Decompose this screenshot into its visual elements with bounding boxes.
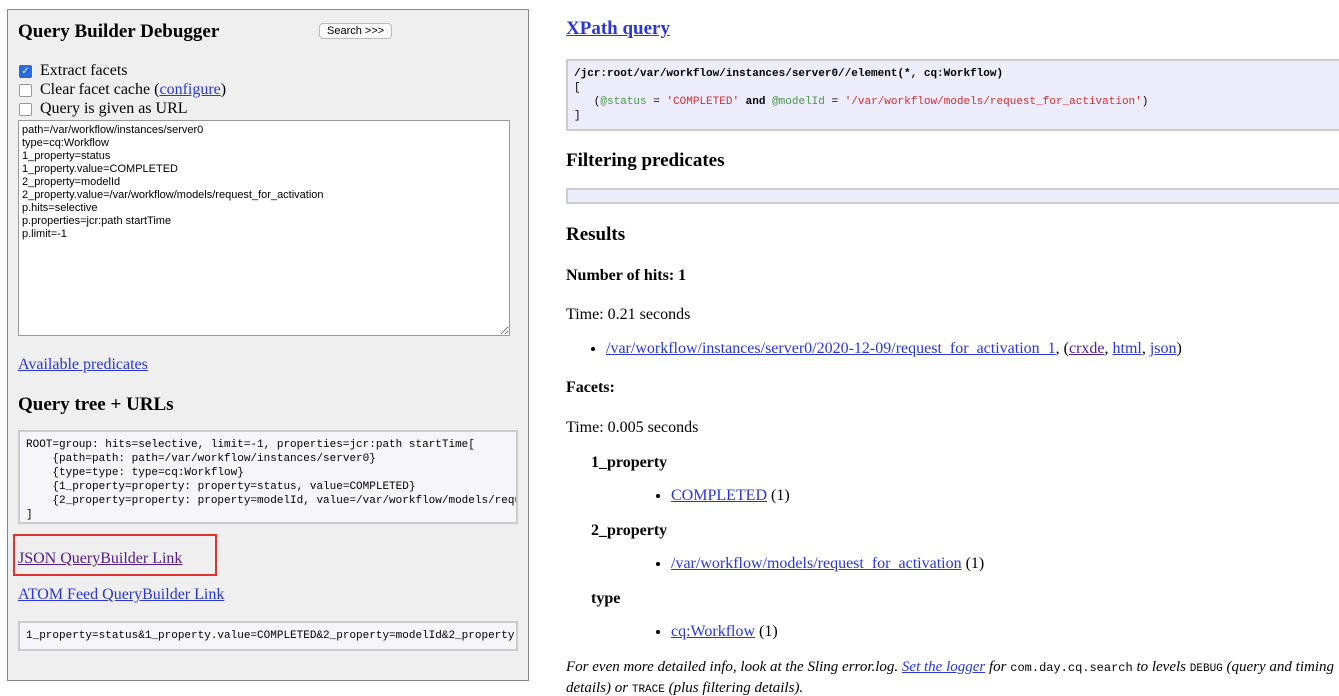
code: com.day.cq.search xyxy=(1010,661,1133,675)
query-tree-title: Query tree + URLs xyxy=(18,394,174,415)
facet-value-link[interactable]: /var/workflow/models/request_for_activat… xyxy=(671,555,962,572)
extract-facets-checkbox[interactable]: ✓ Extract facets xyxy=(19,62,128,80)
configure-link[interactable]: configure xyxy=(159,81,220,99)
checkbox-label: Extract facets xyxy=(40,62,128,79)
facet-count: (1) xyxy=(755,623,778,640)
facet-value-link[interactable]: cq:Workflow xyxy=(671,623,755,640)
value: 'COMPLETED' xyxy=(666,96,740,108)
search-button[interactable]: Search >>> xyxy=(319,23,393,39)
json-querybuilder-link[interactable]: JSON QueryBuilder Link xyxy=(18,550,182,568)
code: DEBUG xyxy=(1189,663,1223,675)
facet-item: cq:Workflow (1) xyxy=(671,623,778,641)
checkbox-label: Query is given as URL xyxy=(40,100,188,117)
xpath-query-link[interactable]: XPath query xyxy=(566,18,670,39)
query-builder-panel: Query Builder Debugger Search >>> ✓ Extra… xyxy=(7,9,529,681)
facet-name: type xyxy=(591,590,621,607)
op: = xyxy=(646,96,667,108)
facets-title: Facets: xyxy=(566,379,615,396)
clear-facet-cache-checkbox[interactable]: Clear facet cache (configure) xyxy=(19,81,226,99)
facet-count: (1) xyxy=(961,555,985,572)
crxde-link[interactable]: crxde xyxy=(1069,340,1105,357)
json-link[interactable]: json xyxy=(1150,340,1177,357)
facet-name: 1_property xyxy=(591,454,668,471)
facet-value-link[interactable]: COMPLETED xyxy=(671,487,767,504)
url-params: 1_property=status&1_property.value=COMPL… xyxy=(18,621,518,651)
op-and: and xyxy=(739,96,773,108)
checkbox-icon[interactable] xyxy=(19,102,32,116)
facet-item: /var/workflow/models/request_for_activat… xyxy=(671,555,984,573)
query-as-url-checkbox[interactable]: Query is given as URL xyxy=(19,100,188,118)
text: For even more detailed info, look at the… xyxy=(566,659,902,675)
query-tree: ROOT=group: hits=selective, limit=-1, pr… xyxy=(18,430,518,524)
checkbox-checked-icon[interactable]: ✓ xyxy=(19,64,32,78)
xpath-line: /jcr:root/var/workflow/instances/server0… xyxy=(574,68,1004,80)
html-link[interactable]: html xyxy=(1113,340,1142,357)
sep: , ( xyxy=(1055,340,1069,357)
query-input[interactable] xyxy=(18,120,510,336)
value: '/var/workflow/models/request_for_activa… xyxy=(844,96,1142,108)
facet-count: (1) xyxy=(767,487,790,504)
footer-note: For even more detailed info, look at the… xyxy=(566,658,1339,696)
facets-time: Time: 0.005 seconds xyxy=(566,419,699,436)
op: = xyxy=(824,96,845,108)
sep: , xyxy=(1141,340,1150,357)
set-logger-link[interactable]: Set the logger xyxy=(902,659,985,675)
text: (plus filtering details). xyxy=(664,680,804,696)
hits-count: Number of hits: 1 xyxy=(566,267,687,284)
sep: ) xyxy=(1176,340,1182,357)
paren: ( xyxy=(574,96,601,108)
filtering-title: Filtering predicates xyxy=(566,150,725,171)
code: TRACE xyxy=(631,684,665,696)
checkbox-label: Clear facet cache ( xyxy=(40,81,160,98)
paren: ) xyxy=(1141,96,1149,108)
result-link[interactable]: /var/workflow/instances/server0/2020-12-… xyxy=(606,340,1056,357)
bracket: ] xyxy=(574,110,581,122)
attr: @modelId xyxy=(772,96,825,108)
xpath-query: /jcr:root/var/workflow/instances/server0… xyxy=(566,59,1339,131)
atom-feed-link[interactable]: ATOM Feed QueryBuilder Link xyxy=(18,586,224,604)
sep: , xyxy=(1104,340,1113,357)
checkbox-label-suffix: ) xyxy=(220,81,227,98)
attr: @status xyxy=(600,96,647,108)
results-title: Results xyxy=(566,224,626,245)
text: to levels xyxy=(1132,659,1190,675)
checkbox-icon[interactable] xyxy=(19,83,32,97)
panel-title: Query Builder Debugger xyxy=(18,21,220,42)
results-list: /var/workflow/instances/server0/2020-12-… xyxy=(606,340,1182,358)
text: for xyxy=(985,659,1011,675)
available-predicates-link[interactable]: Available predicates xyxy=(18,356,148,374)
filtering-box xyxy=(566,188,1339,204)
time: Time: 0.21 seconds xyxy=(566,306,691,323)
bracket: [ xyxy=(574,82,581,94)
facet-name: 2_property xyxy=(591,522,668,539)
result-item: /var/workflow/instances/server0/2020-12-… xyxy=(606,340,1182,358)
facet-item: COMPLETED (1) xyxy=(671,487,790,505)
